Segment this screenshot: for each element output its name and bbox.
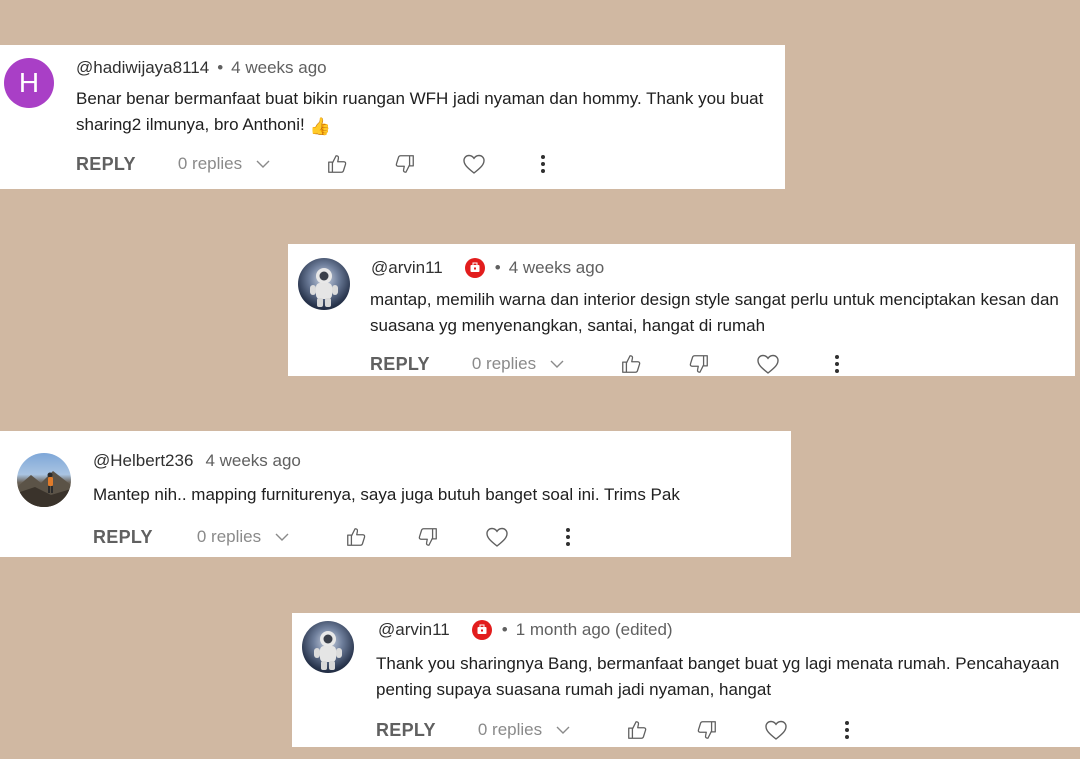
separator-dot: • — [217, 58, 224, 77]
replies-toggle[interactable]: 0 replies — [197, 527, 289, 547]
comment-time[interactable]: 4 weeks ago — [231, 58, 326, 78]
more-vert-icon[interactable] — [844, 720, 850, 740]
avatar[interactable] — [17, 453, 71, 507]
avatar[interactable] — [298, 258, 350, 310]
replies-count: 0 replies — [177, 154, 243, 173]
comment-text: Mantep nih.. mapping furniturenya, saya … — [93, 482, 783, 508]
comment-time[interactable]: 4 weeks ago — [205, 451, 300, 471]
comment-header: @hadiwijaya8114 • 4 weeks ago — [76, 58, 327, 78]
thumbs-up-icon[interactable] — [326, 153, 348, 175]
thumbs-up-icon[interactable] — [345, 526, 367, 548]
thumbs-down-icon[interactable] — [417, 526, 439, 548]
more-vert-icon[interactable] — [565, 527, 571, 547]
thumbs-up-emoji: 👍 — [309, 117, 331, 136]
hiker-icon — [17, 471, 71, 507]
comment-body: Thank you sharingnya Bang, bermanfaat ba… — [376, 654, 1060, 699]
comment-actions: REPLY 0 replies — [376, 719, 850, 741]
comment-actions: REPLY 0 replies — [76, 153, 546, 175]
avatar[interactable] — [302, 621, 354, 673]
thumbs-up-icon[interactable] — [620, 353, 642, 375]
more-vert-icon[interactable] — [834, 354, 840, 374]
comment-author[interactable]: @arvin11 — [371, 258, 443, 278]
replies-count: 0 replies — [196, 527, 262, 546]
comment-body: mantap, memilih warna dan interior desig… — [370, 290, 1059, 335]
avatar[interactable]: H — [4, 58, 54, 108]
heart-icon[interactable] — [764, 719, 788, 741]
comment-header: @arvin11 • 4 weeks ago — [371, 258, 604, 278]
thumbs-down-icon[interactable] — [688, 353, 710, 375]
heart-icon[interactable] — [485, 526, 509, 548]
comment-header: @arvin11 • 1 month ago (edited) — [378, 620, 673, 640]
comment-card-2: @arvin11 • 4 weeks ago mantap, memilih w… — [288, 244, 1075, 376]
reply-button[interactable]: REPLY — [93, 527, 153, 548]
chevron-down-icon — [556, 725, 570, 735]
astronaut-icon — [314, 631, 342, 670]
replies-toggle[interactable]: 0 replies — [178, 154, 270, 174]
badge-icon — [471, 620, 492, 640]
chevron-down-icon — [275, 532, 289, 542]
astronaut-icon — [310, 268, 338, 307]
comment-body: Mantep nih.. mapping furniturenya, saya … — [93, 485, 680, 504]
comment-author[interactable]: @Helbert236 — [93, 451, 193, 471]
reply-button[interactable]: REPLY — [370, 354, 430, 375]
thumbs-down-icon[interactable] — [394, 153, 416, 175]
comment-author[interactable]: @hadiwijaya8114 — [76, 58, 209, 78]
comment-actions: REPLY 0 replies — [370, 353, 840, 375]
reply-button[interactable]: REPLY — [76, 154, 136, 175]
chevron-down-icon — [256, 159, 270, 169]
replies-count: 0 replies — [471, 354, 537, 373]
reply-button[interactable]: REPLY — [376, 720, 436, 741]
heart-icon[interactable] — [756, 353, 780, 375]
comment-header: @Helbert236 4 weeks ago — [93, 451, 301, 471]
replies-count: 0 replies — [477, 720, 543, 739]
separator-dot: • — [494, 258, 501, 277]
comment-card-3: @Helbert236 4 weeks ago Mantep nih.. map… — [0, 431, 791, 557]
more-vert-icon[interactable] — [540, 154, 546, 174]
comment-card-4: @arvin11 • 1 month ago (edited) Thank yo… — [292, 613, 1080, 747]
comment-author[interactable]: @arvin11 — [378, 620, 450, 640]
comment-body: Benar benar bermanfaat buat bikin ruanga… — [76, 89, 764, 134]
comment-text: mantap, memilih warna dan interior desig… — [370, 287, 1065, 339]
thumbs-down-icon[interactable] — [696, 719, 718, 741]
comment-time[interactable]: 1 month ago (edited) — [516, 620, 673, 640]
avatar-letter: H — [18, 67, 40, 98]
comment-text: Benar benar bermanfaat buat bikin ruanga… — [76, 86, 776, 140]
heart-icon[interactable] — [462, 153, 486, 175]
comment-card-1: H @hadiwijaya8114 • 4 weeks ago Benar be… — [0, 45, 785, 189]
replies-toggle[interactable]: 0 replies — [472, 354, 564, 374]
comment-text: Thank you sharingnya Bang, bermanfaat ba… — [376, 651, 1076, 703]
thumbs-up-icon[interactable] — [626, 719, 648, 741]
comment-time[interactable]: 4 weeks ago — [509, 258, 604, 278]
chevron-down-icon — [550, 359, 564, 369]
comment-actions: REPLY 0 replies — [93, 526, 571, 548]
replies-toggle[interactable]: 0 replies — [478, 720, 570, 740]
separator-dot: • — [501, 620, 508, 639]
badge-icon — [464, 258, 485, 278]
